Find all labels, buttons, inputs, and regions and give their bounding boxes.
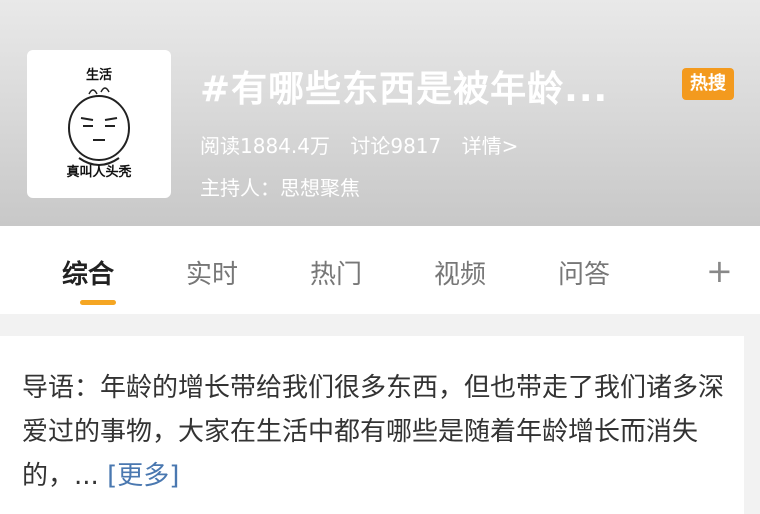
tab-video[interactable]: 视频 [434, 254, 486, 291]
topic-stats: 阅读1884.4万 讨论9817 详情> [200, 130, 532, 159]
cover-bottom-text: 真叫人头秃 [66, 165, 132, 180]
details-link[interactable]: 详情> [462, 134, 519, 158]
discussion-count: 讨论9817 [350, 134, 442, 158]
more-link[interactable]: [更多] [107, 461, 179, 491]
tab-bar: 综合 实时 热门 视频 问答 + [0, 226, 760, 314]
card-edge [744, 336, 760, 514]
topic-title: #有哪些东西是被年龄... [200, 69, 609, 110]
topic-cover-image[interactable]: 生活 真叫人头秃 [27, 50, 171, 198]
bald-face-icon [68, 87, 130, 166]
section-separator [0, 314, 760, 336]
add-tab-icon[interactable]: + [706, 252, 733, 290]
tab-qa[interactable]: 问答 [558, 254, 610, 291]
tab-realtime[interactable]: 实时 [186, 254, 238, 291]
read-count: 阅读1884.4万 [200, 134, 330, 158]
tab-hot[interactable]: 热门 [310, 254, 362, 291]
active-tab-indicator [80, 300, 116, 305]
topic-header: 生活 真叫人头秃 #有哪些东西是被年龄... 热搜 阅读1884.4万 讨论98… [0, 0, 760, 226]
intro-text-block: 导语：年龄的增长带给我们很多东西，但也带走了我们诸多深爱过的事物，大家在生活中都… [22, 366, 728, 498]
topic-host[interactable]: 主持人：思想聚焦 [200, 172, 360, 201]
tab-comprehensive[interactable]: 综合 [62, 254, 114, 291]
intro-card: 导语：年龄的增长带给我们很多东西，但也带走了我们诸多深爱过的事物，大家在生活中都… [0, 336, 744, 514]
hot-search-badge: 热搜 [682, 68, 734, 100]
